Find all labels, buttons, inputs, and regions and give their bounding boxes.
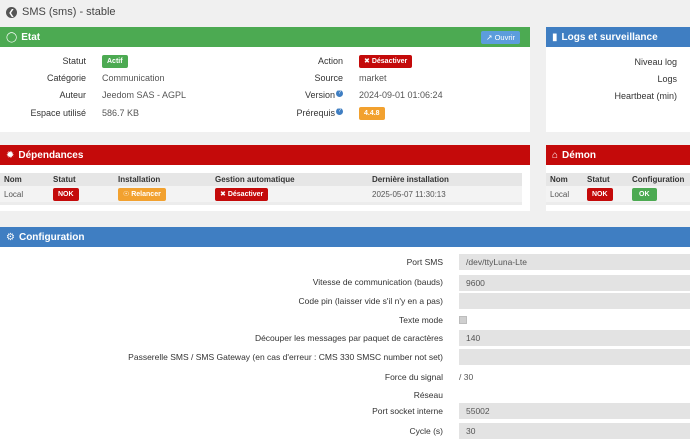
- bicycle-icon: ☉: [123, 190, 130, 198]
- times-icon: ✖: [220, 190, 226, 198]
- categorie-label: Catégorie: [46, 73, 86, 83]
- heartbeat-label: Heartbeat (min): [614, 91, 677, 101]
- action-label: Action: [317, 56, 343, 66]
- force-signal-value: / 30: [459, 372, 474, 382]
- title-bar: ❮ SMS (sms) - stable: [0, 0, 690, 24]
- page-title: SMS (sms) - stable: [22, 6, 116, 18]
- dep-statut-badge: NOK: [53, 187, 79, 201]
- cycle-label: Cycle (s): [409, 426, 443, 436]
- statut-label: Statut: [62, 56, 86, 66]
- configuration-panel-header: ⚙ Configuration: [0, 227, 690, 247]
- vitesse-label: Vitesse de communication (bauds): [312, 277, 443, 287]
- version-value: 2024-09-01 01:06:24: [359, 90, 443, 100]
- reseau-label: Réseau: [413, 390, 443, 400]
- prerequis-badge: 4.4.8: [359, 107, 385, 120]
- source-label: Source: [314, 73, 343, 83]
- col-nom: Nom: [550, 175, 568, 184]
- etat-panel-header: ◯ Etat ↗ Ouvrir: [0, 27, 530, 47]
- port-socket-input[interactable]: 55002: [459, 403, 690, 419]
- question-icon: ?: [336, 108, 343, 115]
- dependances-panel-header: ✹ Dépendances: [0, 145, 530, 165]
- configuration-title: Configuration: [18, 231, 85, 243]
- version-label: Version?: [260, 90, 343, 100]
- statut-badge: Actif: [102, 55, 128, 68]
- col-derniere: Dernière installation: [372, 175, 449, 184]
- decouper-label: Découper les messages par paquet de cara…: [254, 333, 443, 343]
- dependances-title: Dépendances: [18, 149, 84, 161]
- logs-panel: ▮ Logs et surveillance Niveau log Logs H…: [546, 27, 690, 132]
- port-socket-label: Port socket interne: [372, 406, 443, 416]
- texte-mode-checkbox[interactable]: [459, 316, 467, 324]
- col-installation: Installation: [118, 175, 161, 184]
- demon-table: Nom Statut Configuration Local NOK OK: [546, 173, 690, 205]
- col-gestion: Gestion automatique: [215, 175, 295, 184]
- col-nom: Nom: [4, 175, 22, 184]
- dep-nom: Local: [4, 189, 24, 199]
- certificate-icon: ✹: [6, 149, 15, 161]
- demon-title: Démon: [562, 149, 596, 161]
- relancer-button[interactable]: ☉ Relancer: [118, 187, 166, 201]
- table-row: Local NOK ☉ Relancer ✖ Désactiver 2025-0…: [0, 186, 522, 202]
- categorie-value: Communication: [102, 73, 165, 83]
- passerelle-input[interactable]: [459, 349, 690, 365]
- question-icon: ?: [336, 90, 343, 97]
- table-row: Local NOK OK: [546, 186, 690, 202]
- logs-panel-header: ▮ Logs et surveillance: [546, 27, 690, 47]
- col-statut: Statut: [587, 175, 610, 184]
- niveau-log-label: Niveau log: [634, 57, 677, 67]
- university-icon: ⌂: [552, 149, 559, 161]
- port-sms-label: Port SMS: [406, 257, 443, 267]
- espace-label: Espace utilisé: [30, 108, 86, 118]
- decouper-input[interactable]: 140: [459, 330, 690, 346]
- texte-mode-label: Texte mode: [399, 315, 443, 325]
- back-arrow-icon[interactable]: ❮: [6, 6, 17, 18]
- demon-nom: Local: [550, 189, 570, 199]
- dependances-table: Nom Statut Installation Gestion automati…: [0, 173, 522, 205]
- demon-statut-badge: NOK: [587, 187, 613, 201]
- force-signal-label: Force du signal: [384, 372, 443, 382]
- auteur-value: Jeedom SAS - AGPL: [102, 90, 187, 100]
- file-icon: ▮: [552, 31, 558, 43]
- circle-notch-icon: ◯: [6, 31, 18, 43]
- cycle-input[interactable]: 30: [459, 423, 690, 439]
- code-pin-label: Code pin (laisser vide s'il n'y en a pas…: [298, 296, 443, 306]
- col-configuration: Configuration: [632, 175, 685, 184]
- demon-panel-header: ⌂ Démon: [546, 145, 690, 165]
- source-value: market: [359, 73, 387, 83]
- espace-value: 586.7 KB: [102, 108, 140, 118]
- times-icon: ✖: [364, 58, 370, 65]
- cogs-icon: ⚙: [6, 231, 15, 243]
- dep-derniere: 2025-05-07 11:30:13: [372, 189, 446, 199]
- open-button[interactable]: ↗ Ouvrir: [481, 31, 520, 44]
- desactiver-button[interactable]: ✖ Désactiver: [359, 55, 413, 68]
- logs-label: Logs: [657, 74, 677, 84]
- external-link-icon: ↗: [486, 33, 493, 42]
- etat-title: Etat: [21, 31, 41, 43]
- code-pin-input[interactable]: [459, 293, 690, 309]
- configuration-panel: ⚙ Configuration Port SMS /dev/ttyLuna-Lt…: [0, 227, 690, 447]
- logs-title: Logs et surveillance: [561, 31, 658, 43]
- prerequis-label: Prérequis?: [260, 108, 343, 118]
- vitesse-input[interactable]: 9600: [459, 275, 690, 291]
- demon-panel: ⌂ Démon Nom Statut Configuration Local N…: [546, 145, 690, 211]
- etat-panel: ◯ Etat ↗ Ouvrir Statut Actif Catégorie C…: [0, 27, 530, 132]
- demon-config-badge: OK: [632, 187, 657, 201]
- dep-desactiver-button[interactable]: ✖ Désactiver: [215, 187, 269, 201]
- port-sms-input[interactable]: /dev/ttyLuna-Lte: [459, 254, 690, 270]
- dependances-panel: ✹ Dépendances Nom Statut Installation Ge…: [0, 145, 530, 211]
- passerelle-label: Passerelle SMS / SMS Gateway (en cas d'e…: [128, 352, 443, 362]
- col-statut: Statut: [53, 175, 76, 184]
- auteur-label: Auteur: [59, 90, 86, 100]
